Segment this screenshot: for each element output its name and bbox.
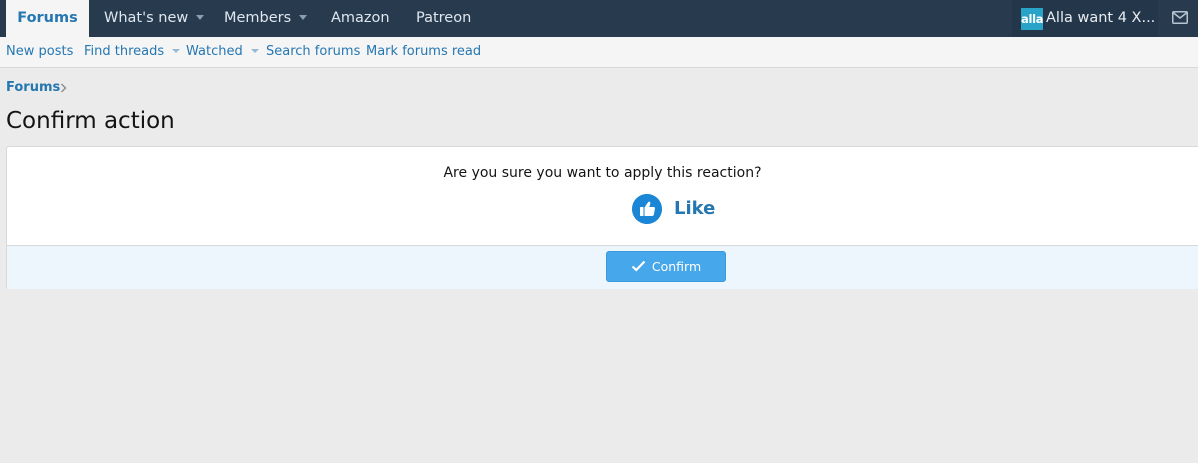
checkmark-icon: [631, 260, 646, 272]
tab-whats-new[interactable]: What's new: [104, 0, 205, 37]
page-title: Confirm action: [6, 108, 175, 134]
tab-patreon[interactable]: Patreon: [416, 0, 471, 37]
subnav-label: New posts: [6, 44, 74, 59]
top-nav: Forums What's new Members Amazon Patreon…: [0, 0, 1198, 37]
dropdown-caret-icon[interactable]: [172, 48, 181, 53]
subnav-label: Watched: [186, 44, 243, 59]
chevron-right-icon: [61, 83, 67, 93]
tab-amazon[interactable]: Amazon: [331, 0, 390, 37]
subnav-label: Search forums: [266, 44, 361, 59]
confirm-question: Are you sure you want to apply this reac…: [443, 165, 762, 181]
form-footer: Confirm: [7, 245, 1198, 289]
dropdown-caret-icon[interactable]: [299, 14, 308, 20]
account-name: Alla want 4 X...: [1046, 10, 1156, 26]
dropdown-caret-icon[interactable]: [196, 14, 205, 20]
subnav-find-threads[interactable]: Find threads: [84, 37, 181, 67]
avatar: alla: [1021, 8, 1044, 30]
subnav-new-posts[interactable]: New posts: [6, 37, 73, 67]
breadcrumb-forums[interactable]: Forums: [6, 80, 60, 96]
subnav-label: Mark forums read: [366, 44, 482, 59]
tab-label: Amazon: [331, 10, 390, 26]
tab-forums[interactable]: Forums: [6, 0, 89, 37]
sub-nav: New posts Find threads Watched Search fo…: [0, 37, 1198, 68]
dropdown-caret-icon[interactable]: [250, 48, 259, 53]
envelope-icon[interactable]: [1172, 11, 1188, 24]
subnav-watched[interactable]: Watched: [186, 37, 259, 67]
confirm-label: Confirm: [651, 259, 702, 274]
tab-label: Patreon: [416, 10, 472, 26]
subnav-label: Find threads: [84, 44, 165, 59]
reaction-label: Like: [674, 198, 716, 219]
confirm-block: Are you sure you want to apply this reac…: [6, 146, 1198, 289]
account-menu[interactable]: alla Alla want 4 X...: [1012, 0, 1158, 37]
confirm-button[interactable]: Confirm: [606, 251, 726, 282]
tab-label: Forums: [17, 10, 78, 26]
tab-label: Members: [224, 10, 292, 26]
subnav-search-forums[interactable]: Search forums: [266, 37, 360, 67]
tab-label: What's new: [104, 10, 189, 26]
thumbs-up-icon: [632, 194, 662, 224]
subnav-mark-forums-read[interactable]: Mark forums read: [366, 37, 481, 67]
tab-members[interactable]: Members: [224, 0, 308, 37]
